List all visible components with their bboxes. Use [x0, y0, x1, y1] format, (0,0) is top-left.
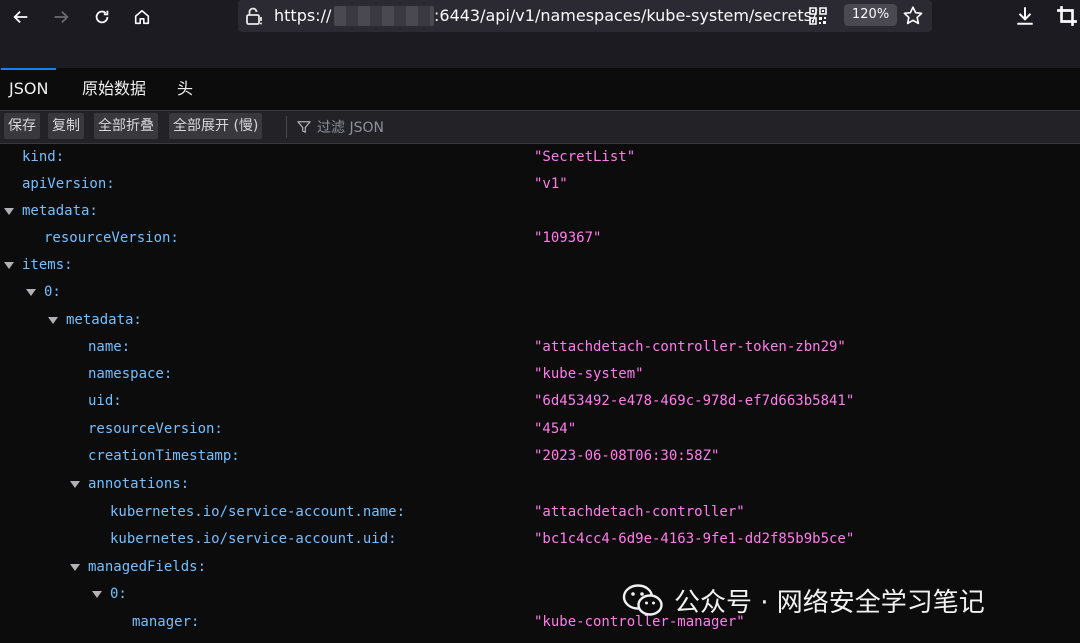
wechat-icon [622, 584, 663, 616]
url-host-redacted [334, 6, 434, 26]
json-value: "109367" [534, 230, 602, 246]
expand-triangle-icon[interactable] [26, 289, 36, 296]
json-key: items: [22, 257, 73, 273]
json-value: "454" [534, 421, 577, 437]
json-value: "2023-06-08T06:30:58Z" [534, 448, 720, 464]
json-key: manager: [132, 614, 200, 630]
expand-all-button[interactable]: 全部展开 (慢) [169, 113, 263, 139]
collapse-all-button[interactable]: 全部折叠 [94, 113, 158, 139]
filter-json-input[interactable]: 过滤 JSON [317, 117, 384, 137]
zoom-level-badge[interactable]: 120% [844, 4, 898, 26]
json-row[interactable]: kubernetes.io/service-account.name: "att… [0, 499, 1080, 526]
json-value: "v1" [534, 176, 568, 192]
arrow-left-icon [13, 10, 28, 24]
json-key: resourceVersion: [44, 230, 179, 246]
save-button[interactable]: 保存 [4, 113, 40, 139]
json-row[interactable]: kubernetes.io/service-account.uid: "bc1c… [0, 526, 1080, 553]
json-value: "kube-system" [534, 366, 644, 382]
json-value: "bc1c4cc4-6d9e-4163-9fe1-dd2f85b9b5ce" [534, 531, 855, 547]
home-button[interactable] [129, 4, 155, 30]
watermark: 公众号 · 网络安全学习笔记 [622, 580, 985, 620]
json-row[interactable]: 0: [0, 279, 1080, 306]
json-key: 0: [110, 586, 127, 602]
json-tree: kind: "SecretList" apiVersion: "v1" meta… [0, 144, 1080, 643]
json-row[interactable]: creationTimestamp: "2023-06-08T06:30:58Z… [0, 443, 1080, 470]
json-key: 0: [44, 284, 61, 300]
tab-json[interactable]: JSON [1, 68, 57, 112]
json-row[interactable]: kind: "SecretList" [0, 144, 1080, 171]
reload-icon [95, 10, 109, 24]
forward-button[interactable] [48, 4, 74, 30]
json-key: name: [88, 339, 131, 355]
json-toolbar: 保存 复制 全部折叠 全部展开 (慢) 过滤 JSON [0, 111, 1080, 144]
viewer-tabs: JSON 原始数据 头 [0, 68, 1080, 111]
json-value: "6d453492-e478-469c-978d-ef7d663b5841" [534, 393, 855, 409]
json-key: metadata: [22, 203, 98, 219]
bookmark-star-icon[interactable] [902, 5, 924, 27]
expand-triangle-icon[interactable] [48, 317, 58, 324]
json-key: kubernetes.io/service-account.name: [110, 504, 406, 520]
json-key: namespace: [88, 366, 173, 382]
lock-warning-icon[interactable] [244, 6, 264, 26]
json-value: "SecretList" [534, 149, 636, 165]
json-row[interactable]: name: "attachdetach-controller-token-zbn… [0, 334, 1080, 361]
json-key: kubernetes.io/service-account.uid: [110, 531, 397, 547]
json-key: kind: [22, 149, 65, 165]
expand-triangle-icon[interactable] [70, 564, 80, 571]
json-row[interactable]: apiVersion: "v1" [0, 171, 1080, 198]
screenshot-crop-icon[interactable] [1056, 5, 1078, 27]
url-bar[interactable]: https:// :6443/api/v1/namespaces/kube-sy… [238, 0, 932, 32]
qr-code-icon[interactable] [808, 6, 828, 26]
json-key: annotations: [88, 476, 190, 492]
json-key: apiVersion: [22, 176, 115, 192]
json-key: uid: [88, 393, 122, 409]
json-key: managedFields: [88, 559, 207, 575]
json-value: "attachdetach-controller-token-zbn29" [534, 339, 846, 355]
json-row[interactable]: managedFields: [0, 554, 1080, 581]
browser-toolbar: https:// :6443/api/v1/namespaces/kube-sy… [0, 0, 1080, 34]
url-prefix: https:// [274, 6, 332, 25]
filter-icon [297, 121, 311, 133]
back-button[interactable] [8, 4, 34, 30]
json-row[interactable]: namespace: "kube-system" [0, 361, 1080, 388]
expand-triangle-icon[interactable] [70, 481, 80, 488]
download-icon[interactable] [1014, 5, 1036, 27]
url-path: :6443/api/v1/namespaces/kube-system/secr… [434, 6, 818, 25]
expand-triangle-icon[interactable] [4, 262, 14, 269]
copy-button[interactable]: 复制 [48, 113, 84, 139]
json-row[interactable]: resourceVersion: "109367" [0, 225, 1080, 252]
reload-button[interactable] [89, 4, 115, 30]
json-key: metadata: [66, 312, 142, 328]
browser-chrome-strip [0, 34, 1080, 68]
expand-triangle-icon[interactable] [92, 591, 102, 598]
arrow-right-icon [54, 10, 69, 24]
toolbar-divider [286, 116, 287, 138]
json-row[interactable]: resourceVersion: "454" [0, 416, 1080, 443]
json-value: "attachdetach-controller" [534, 504, 745, 520]
tab-raw-data[interactable]: 原始数据 [74, 68, 154, 110]
expand-triangle-icon[interactable] [4, 208, 14, 215]
json-row[interactable]: metadata: [0, 198, 1080, 225]
json-row[interactable]: annotations: [0, 471, 1080, 498]
home-icon [134, 9, 150, 25]
tab-headers[interactable]: 头 [169, 68, 201, 110]
watermark-text: 公众号 · 网络安全学习笔记 [674, 587, 985, 618]
json-row[interactable]: items: [0, 252, 1080, 279]
json-row[interactable]: metadata: [0, 307, 1080, 334]
json-row[interactable]: uid: "6d453492-e478-469c-978d-ef7d663b58… [0, 388, 1080, 415]
json-key: creationTimestamp: [88, 448, 240, 464]
json-key: resourceVersion: [88, 421, 223, 437]
